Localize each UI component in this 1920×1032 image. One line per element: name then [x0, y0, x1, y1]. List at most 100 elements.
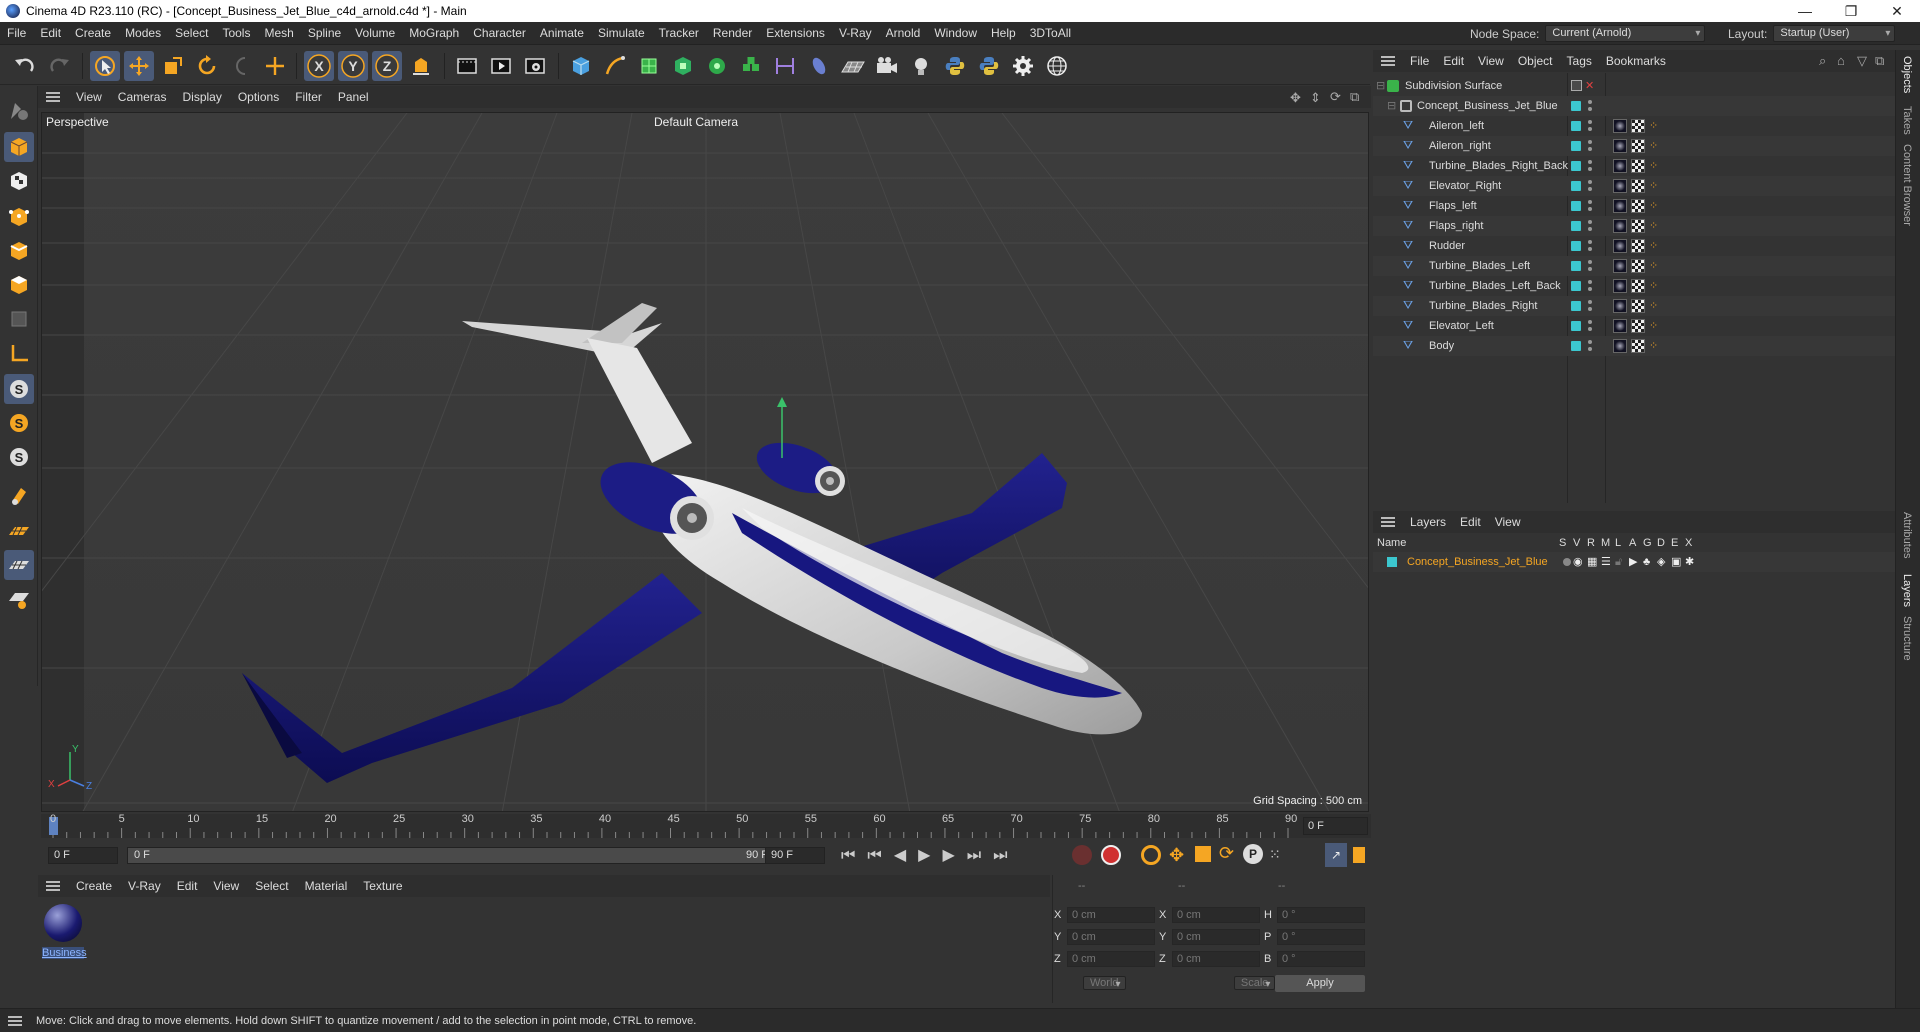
material-menu-view[interactable]: View	[205, 879, 247, 893]
object-name[interactable]: Subdivision Surface	[1405, 76, 1502, 96]
key-parameter-icon[interactable]: P	[1243, 844, 1263, 864]
layer-generators-icon[interactable]: ♣	[1643, 552, 1650, 572]
material-menu-vray[interactable]: V-Ray	[120, 879, 169, 893]
object-name[interactable]: Aileron_right	[1429, 136, 1491, 156]
layer-deformers-icon[interactable]: ◈	[1657, 552, 1665, 572]
viewport-menu-cameras[interactable]: Cameras	[110, 90, 175, 104]
menu-volume[interactable]: Volume	[348, 22, 402, 45]
material-tag-icon[interactable]	[1613, 299, 1627, 313]
menu-spline[interactable]: Spline	[301, 22, 348, 45]
layer-xref-icon[interactable]: ✱	[1685, 552, 1694, 572]
object-name[interactable]: Flaps_right	[1429, 216, 1483, 236]
viewport-move-icon[interactable]: ✥	[1290, 90, 1301, 106]
coord-rot-h-field[interactable]: 0 °	[1277, 907, 1365, 923]
visibility-dots-icon[interactable]	[1588, 339, 1592, 353]
layer-menu-icon[interactable]	[1381, 517, 1395, 527]
selection-tag-icon[interactable]: ⁘	[1649, 176, 1658, 196]
coord-pos-x-field[interactable]: 0 cm	[1067, 907, 1155, 923]
layer-row[interactable]: Concept_Business_Jet_Blue ◉ ▦ ☰ 🔓︎ ▶ ♣ ◈…	[1373, 552, 1895, 572]
selection-tag-icon[interactable]: ⁘	[1649, 136, 1658, 156]
generator-enabled-icon[interactable]: ✕	[1585, 76, 1594, 96]
material-tag-icon[interactable]	[1613, 159, 1627, 173]
measure-tool-icon[interactable]	[770, 51, 800, 81]
visibility-dots-icon[interactable]	[1588, 139, 1592, 153]
layer-col-locked[interactable]: L	[1615, 537, 1621, 549]
uvw-tag-icon[interactable]	[1631, 299, 1645, 313]
layer-color-icon[interactable]	[1571, 101, 1581, 111]
frame-range-slider[interactable]: 0 F 90 F	[127, 847, 787, 864]
selection-tag-icon[interactable]: ⁘	[1649, 196, 1658, 216]
uvw-tag-icon[interactable]	[1631, 279, 1645, 293]
visibility-dots-icon[interactable]	[1588, 179, 1592, 193]
layer-menu-view[interactable]: View	[1488, 515, 1528, 529]
uv-mode-icon[interactable]	[4, 304, 34, 334]
uvw-tag-icon[interactable]	[1631, 199, 1645, 213]
menu-animate[interactable]: Animate	[533, 22, 591, 45]
object-menu-tags[interactable]: Tags	[1560, 54, 1599, 68]
object-menu-bookmarks[interactable]: Bookmarks	[1599, 54, 1673, 68]
layer-color-icon[interactable]	[1571, 281, 1581, 291]
recent-tool-icon[interactable]	[226, 51, 256, 81]
material-menu-texture[interactable]: Texture	[355, 879, 410, 893]
light-object-icon[interactable]	[906, 51, 936, 81]
apply-button[interactable]: Apply	[1275, 975, 1365, 992]
coordinate-mode-dropdown[interactable]: Scale	[1233, 976, 1276, 990]
floor-object-icon[interactable]	[838, 51, 868, 81]
menu-simulate[interactable]: Simulate	[591, 22, 652, 45]
coord-size-x-field[interactable]: 0 cm	[1172, 907, 1260, 923]
selection-tag-icon[interactable]: ⁘	[1649, 276, 1658, 296]
layer-animation-icon[interactable]: ▶	[1629, 552, 1637, 572]
layer-solo-icon[interactable]	[1563, 558, 1571, 566]
object-search-icon[interactable]: ⌕	[1819, 53, 1826, 69]
keyframe-selection-icon[interactable]	[1141, 845, 1161, 865]
menu-select[interactable]: Select	[168, 22, 215, 45]
polygons-mode-icon[interactable]	[4, 270, 34, 300]
coord-pos-y-field[interactable]: 0 cm	[1067, 929, 1155, 945]
selection-tag-icon[interactable]: ⁘	[1649, 336, 1658, 356]
layer-color-icon[interactable]	[1571, 161, 1581, 171]
viewport-menu-display[interactable]: Display	[174, 90, 229, 104]
editor-visibility-icon[interactable]	[1571, 80, 1582, 91]
layer-color-icon[interactable]	[1571, 341, 1581, 351]
key-pla-icon[interactable]: ⁙	[1269, 846, 1281, 863]
auto-key-icon[interactable]	[1101, 845, 1121, 865]
material-menu-select[interactable]: Select	[247, 879, 296, 893]
object-name[interactable]: Turbine_Blades_Right	[1429, 296, 1537, 316]
transform-tool-icon[interactable]	[260, 51, 290, 81]
z-axis-lock-icon[interactable]: Z	[372, 51, 402, 81]
coordinate-space-dropdown[interactable]: World	[1083, 976, 1126, 990]
coord-size-y-field[interactable]: 0 cm	[1172, 929, 1260, 945]
side-tab-structure[interactable]: Structure	[1901, 616, 1913, 661]
visibility-dots-icon[interactable]	[1588, 239, 1592, 253]
key-position-icon[interactable]: ✥	[1169, 845, 1184, 866]
model-mode-icon[interactable]	[4, 132, 34, 162]
previous-frame-icon[interactable]: ◀	[894, 847, 918, 864]
visibility-dots-icon[interactable]	[1588, 279, 1592, 293]
visibility-dots-icon[interactable]	[1588, 99, 1592, 113]
python-script-icon[interactable]	[940, 51, 970, 81]
menu-edit[interactable]: Edit	[33, 22, 68, 45]
object-menu-icon[interactable]	[1381, 56, 1395, 66]
cube-object-icon[interactable]	[566, 51, 596, 81]
material-tag-icon[interactable]	[1613, 239, 1627, 253]
material-tag-icon[interactable]	[1613, 139, 1627, 153]
layer-lock-icon[interactable]: 🔓︎	[1615, 552, 1622, 572]
layer-visible-eye-icon[interactable]: ◉	[1573, 552, 1583, 572]
side-tab-takes[interactable]: Takes	[1901, 106, 1913, 135]
python-generator-icon[interactable]	[974, 51, 1004, 81]
visibility-dots-icon[interactable]	[1588, 259, 1592, 273]
object-name[interactable]: Aileron_left	[1429, 116, 1484, 136]
visibility-dots-icon[interactable]	[1588, 159, 1592, 173]
field-object-icon[interactable]	[804, 51, 834, 81]
object-row[interactable]: ⛛ Body ⁘	[1373, 336, 1895, 356]
layer-color-icon[interactable]	[1571, 301, 1581, 311]
object-row[interactable]: ⛛ Flaps_right ⁘	[1373, 216, 1895, 236]
start-frame-field[interactable]: 0 F	[48, 847, 118, 864]
layer-color-icon[interactable]	[1571, 221, 1581, 231]
layer-color-swatch[interactable]	[1387, 557, 1397, 567]
snap-icon[interactable]: S	[4, 374, 34, 404]
material-menu-create[interactable]: Create	[68, 879, 120, 893]
menu-tracker[interactable]: Tracker	[652, 22, 706, 45]
viewport-menu-panel[interactable]: Panel	[330, 90, 377, 104]
object-name[interactable]: Rudder	[1429, 236, 1465, 256]
